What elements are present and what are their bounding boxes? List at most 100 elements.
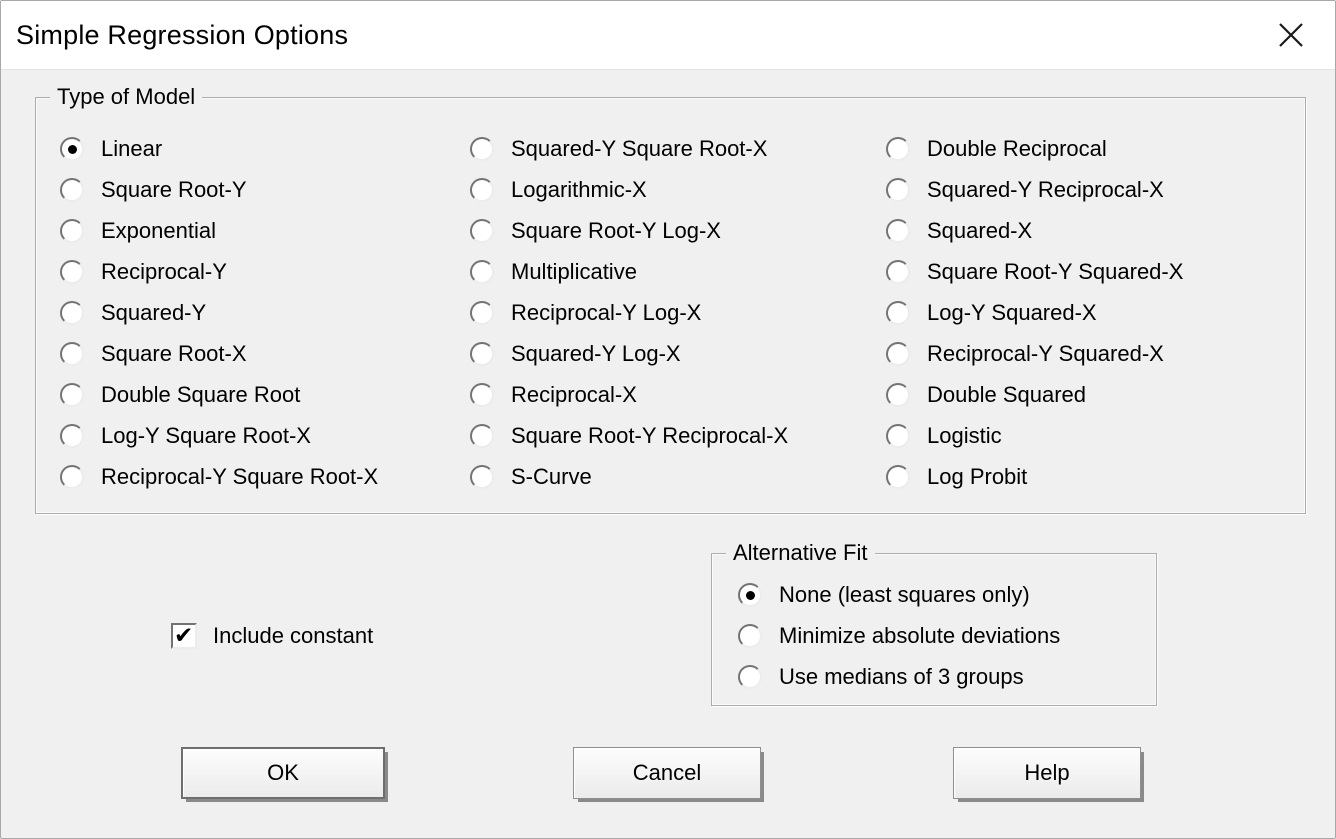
- radio-option-label[interactable]: Linear: [101, 136, 162, 162]
- radio-button-icon[interactable]: [886, 383, 910, 407]
- model-column-1: Linear Square Root-Y Exponential Reciprocal…: [60, 137, 378, 506]
- radio-option-label[interactable]: Square Root-Y Squared-X: [927, 259, 1183, 285]
- radio-button-icon[interactable]: [470, 137, 494, 161]
- radio-option-label[interactable]: Squared-Y: [101, 300, 206, 326]
- radio-option-double-reciprocal[interactable]: Double Reciprocal: [886, 137, 1183, 161]
- radio-option-reciprocal-y[interactable]: Reciprocal-Y: [60, 260, 378, 284]
- close-button[interactable]: [1265, 9, 1317, 61]
- radio-option-label[interactable]: Log Probit: [927, 464, 1027, 490]
- radio-option-multiplicative[interactable]: Multiplicative: [470, 260, 788, 284]
- radio-button-icon[interactable]: [470, 465, 494, 489]
- radio-option-label[interactable]: Square Root-X: [101, 341, 247, 367]
- radio-option-label[interactable]: Multiplicative: [511, 259, 637, 285]
- radio-option-label[interactable]: Logistic: [927, 423, 1002, 449]
- radio-button-icon[interactable]: [470, 301, 494, 325]
- radio-option-label[interactable]: Double Squared: [927, 382, 1086, 408]
- radio-option-label[interactable]: Double Reciprocal: [927, 136, 1107, 162]
- radio-option-use-medians-of-3-groups[interactable]: Use medians of 3 groups: [738, 665, 1060, 689]
- radio-option-label[interactable]: Double Square Root: [101, 382, 300, 408]
- radio-option-none-least-squares-only[interactable]: None (least squares only): [738, 583, 1060, 607]
- radio-option-squared-x[interactable]: Squared-X: [886, 219, 1183, 243]
- radio-option-square-root-y[interactable]: Square Root-Y: [60, 178, 378, 202]
- radio-option-label[interactable]: None (least squares only): [779, 582, 1030, 608]
- radio-option-label[interactable]: Reciprocal-Y: [101, 259, 227, 285]
- radio-option-log-probit[interactable]: Log Probit: [886, 465, 1183, 489]
- radio-option-label[interactable]: Square Root-Y: [101, 177, 247, 203]
- dialog-title: Simple Regression Options: [1, 20, 348, 51]
- radio-button-icon[interactable]: [470, 383, 494, 407]
- ok-button[interactable]: OK: [181, 747, 385, 799]
- radio-option-label[interactable]: Squared-Y Log-X: [511, 341, 681, 367]
- radio-button-icon[interactable]: [60, 137, 84, 161]
- radio-button-icon[interactable]: [60, 383, 84, 407]
- radio-option-label[interactable]: Minimize absolute deviations: [779, 623, 1060, 649]
- radio-option-reciprocal-y-log-x[interactable]: Reciprocal-Y Log-X: [470, 301, 788, 325]
- radio-option-label[interactable]: Use medians of 3 groups: [779, 664, 1024, 690]
- radio-button-icon[interactable]: [60, 219, 84, 243]
- radio-option-label[interactable]: Reciprocal-Y Squared-X: [927, 341, 1164, 367]
- radio-option-square-root-x[interactable]: Square Root-X: [60, 342, 378, 366]
- radio-option-log-y-square-root-x[interactable]: Log-Y Square Root-X: [60, 424, 378, 448]
- radio-option-squared-y-square-root-x[interactable]: Squared-Y Square Root-X: [470, 137, 788, 161]
- radio-option-label[interactable]: Squared-Y Square Root-X: [511, 136, 767, 162]
- radio-button-icon[interactable]: [738, 665, 762, 689]
- radio-button-icon[interactable]: [470, 260, 494, 284]
- radio-option-square-root-y-log-x[interactable]: Square Root-Y Log-X: [470, 219, 788, 243]
- radio-option-minimize-absolute-deviations[interactable]: Minimize absolute deviations: [738, 624, 1060, 648]
- radio-option-s-curve[interactable]: S-Curve: [470, 465, 788, 489]
- radio-button-icon[interactable]: [60, 424, 84, 448]
- radio-option-label[interactable]: Squared-X: [927, 218, 1032, 244]
- radio-option-double-squared[interactable]: Double Squared: [886, 383, 1183, 407]
- radio-button-icon[interactable]: [470, 424, 494, 448]
- radio-button-icon[interactable]: [886, 301, 910, 325]
- radio-option-linear[interactable]: Linear: [60, 137, 378, 161]
- radio-option-label[interactable]: Square Root-Y Reciprocal-X: [511, 423, 788, 449]
- include-constant-checkbox[interactable]: [171, 623, 197, 649]
- radio-option-square-root-y-squared-x[interactable]: Square Root-Y Squared-X: [886, 260, 1183, 284]
- radio-option-square-root-y-reciprocal-x[interactable]: Square Root-Y Reciprocal-X: [470, 424, 788, 448]
- radio-button-icon[interactable]: [470, 342, 494, 366]
- radio-button-icon[interactable]: [60, 342, 84, 366]
- radio-option-label[interactable]: Log-Y Squared-X: [927, 300, 1097, 326]
- radio-option-exponential[interactable]: Exponential: [60, 219, 378, 243]
- radio-option-label[interactable]: Log-Y Square Root-X: [101, 423, 311, 449]
- radio-option-label[interactable]: Squared-Y Reciprocal-X: [927, 177, 1164, 203]
- radio-option-label[interactable]: Reciprocal-Y Log-X: [511, 300, 701, 326]
- radio-option-squared-y[interactable]: Squared-Y: [60, 301, 378, 325]
- radio-option-label[interactable]: S-Curve: [511, 464, 592, 490]
- radio-option-logistic[interactable]: Logistic: [886, 424, 1183, 448]
- radio-button-icon[interactable]: [886, 465, 910, 489]
- radio-button-icon[interactable]: [60, 178, 84, 202]
- radio-option-reciprocal-y-square-root-x[interactable]: Reciprocal-Y Square Root-X: [60, 465, 378, 489]
- radio-option-double-square-root[interactable]: Double Square Root: [60, 383, 378, 407]
- radio-option-label[interactable]: Logarithmic-X: [511, 177, 647, 203]
- help-button[interactable]: Help: [953, 747, 1141, 799]
- radio-option-reciprocal-y-squared-x[interactable]: Reciprocal-Y Squared-X: [886, 342, 1183, 366]
- radio-option-logarithmic-x[interactable]: Logarithmic-X: [470, 178, 788, 202]
- radio-button-icon[interactable]: [60, 301, 84, 325]
- radio-button-icon[interactable]: [886, 219, 910, 243]
- radio-option-reciprocal-x[interactable]: Reciprocal-X: [470, 383, 788, 407]
- radio-button-icon[interactable]: [886, 342, 910, 366]
- radio-option-squared-y-reciprocal-x[interactable]: Squared-Y Reciprocal-X: [886, 178, 1183, 202]
- radio-button-icon[interactable]: [470, 219, 494, 243]
- radio-option-log-y-squared-x[interactable]: Log-Y Squared-X: [886, 301, 1183, 325]
- radio-button-icon[interactable]: [470, 178, 494, 202]
- radio-button-icon[interactable]: [60, 260, 84, 284]
- include-constant-option[interactable]: Include constant: [171, 623, 373, 649]
- radio-option-label[interactable]: Reciprocal-X: [511, 382, 637, 408]
- radio-button-icon[interactable]: [886, 424, 910, 448]
- radio-option-label[interactable]: Square Root-Y Log-X: [511, 218, 721, 244]
- include-constant-label[interactable]: Include constant: [213, 623, 373, 649]
- radio-button-icon[interactable]: [738, 583, 762, 607]
- radio-button-icon[interactable]: [886, 137, 910, 161]
- radio-option-label[interactable]: Exponential: [101, 218, 216, 244]
- radio-button-icon[interactable]: [738, 624, 762, 648]
- radio-button-icon[interactable]: [886, 178, 910, 202]
- cancel-button[interactable]: Cancel: [573, 747, 761, 799]
- radio-button-icon[interactable]: [60, 465, 84, 489]
- close-icon: [1277, 21, 1305, 49]
- radio-option-squared-y-log-x[interactable]: Squared-Y Log-X: [470, 342, 788, 366]
- radio-option-label[interactable]: Reciprocal-Y Square Root-X: [101, 464, 378, 490]
- radio-button-icon[interactable]: [886, 260, 910, 284]
